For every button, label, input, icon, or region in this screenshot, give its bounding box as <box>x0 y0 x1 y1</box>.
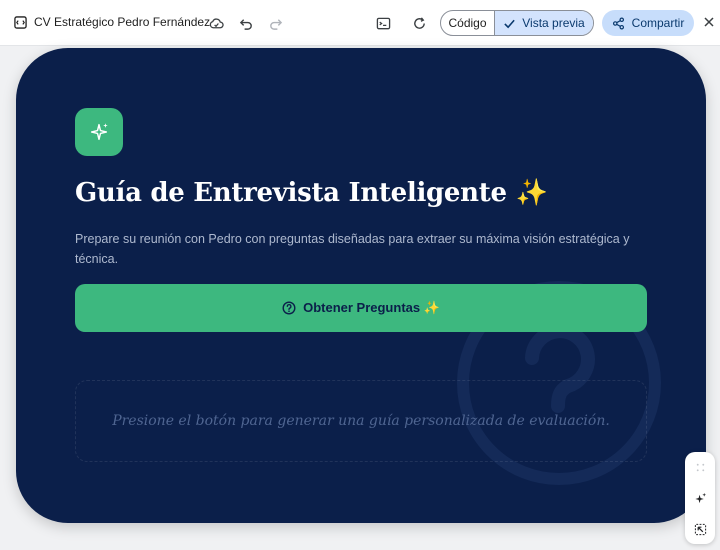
top-bar: CV Estratégico Pedro Fernández Código Vi… <box>0 0 720 46</box>
select-element-icon[interactable] <box>693 522 707 536</box>
cloud-sync-icon[interactable] <box>208 15 224 31</box>
get-questions-button[interactable]: Obtener Preguntas ✨ <box>75 284 647 332</box>
get-questions-label: Obtener Preguntas ✨ <box>303 300 440 315</box>
share-label: Compartir <box>631 16 685 30</box>
placeholder-text: Presione el botón para generar una guía … <box>112 413 610 429</box>
document-title: CV Estratégico Pedro Fernández <box>34 15 211 29</box>
close-icon[interactable] <box>702 15 716 29</box>
undo-icon[interactable] <box>238 15 254 31</box>
document-icon <box>14 16 27 29</box>
results-placeholder: Presione el botón para generar una guía … <box>75 380 647 462</box>
interview-guide-card: Guía de Entrevista Inteligente ✨ Prepare… <box>16 48 706 523</box>
floating-toolbar <box>685 452 715 544</box>
question-circle-icon <box>282 301 296 315</box>
check-icon <box>504 19 515 28</box>
view-toggle: Código Vista previa <box>440 10 594 36</box>
share-button[interactable]: Compartir <box>602 10 694 36</box>
page-title: Guía de Entrevista Inteligente ✨ <box>75 178 548 208</box>
redo-icon[interactable] <box>267 15 283 31</box>
terminal-icon[interactable] <box>375 15 391 31</box>
refresh-icon[interactable] <box>411 15 427 31</box>
share-icon <box>612 17 624 29</box>
preview-view-button[interactable]: Vista previa <box>495 11 593 35</box>
code-view-button[interactable]: Código <box>441 11 495 35</box>
code-view-label: Código <box>448 16 487 30</box>
drag-handle-icon[interactable] <box>693 460 707 474</box>
sparkle-edit-icon[interactable] <box>693 491 707 505</box>
description: Prepare su reunión con Pedro con pregunt… <box>75 232 630 266</box>
preview-view-label: Vista previa <box>522 16 585 30</box>
sparkles-icon <box>75 108 123 156</box>
